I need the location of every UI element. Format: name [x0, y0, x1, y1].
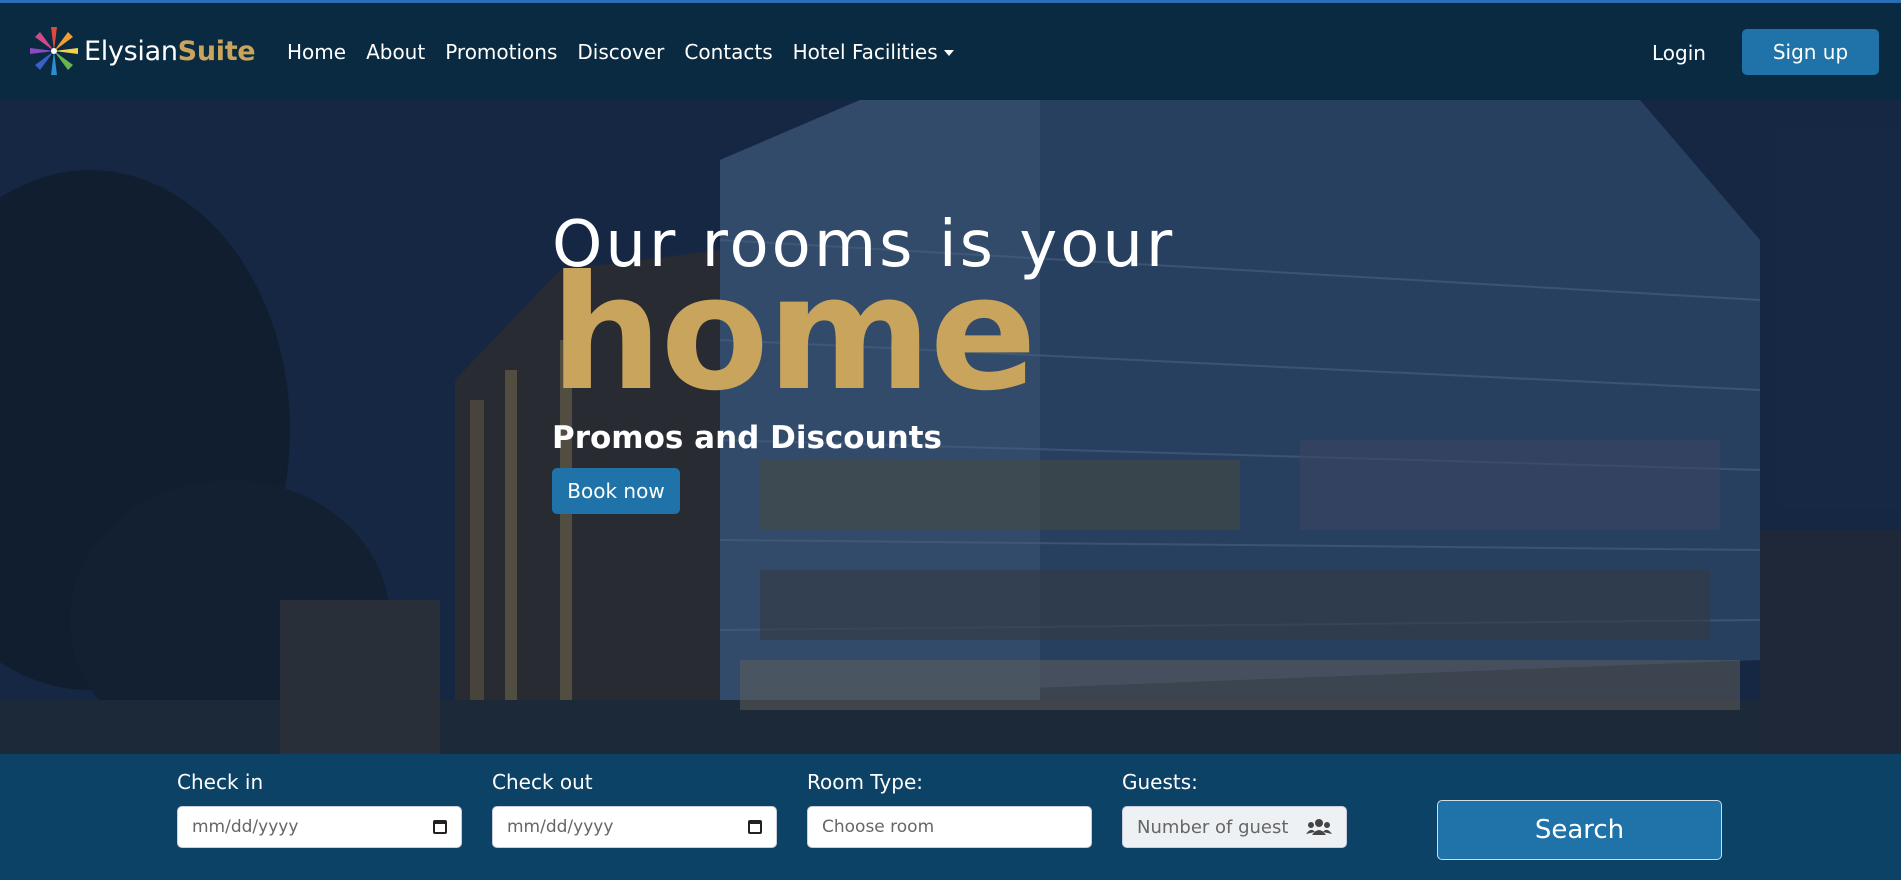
checkin-field: Check in mm/dd/yyyy: [177, 770, 462, 848]
nav-hotel-facilities-dropdown[interactable]: Hotel Facilities: [793, 40, 954, 64]
checkout-label: Check out: [492, 770, 593, 794]
room-type-label: Room Type:: [807, 770, 923, 794]
calendar-icon[interactable]: [433, 820, 447, 834]
nav-discover[interactable]: Discover: [577, 40, 664, 64]
hero-subtitle: Promos and Discounts: [552, 420, 943, 456]
nav-links: Home About Promotions Discover Contacts …: [287, 3, 974, 100]
booking-bar: Check in mm/dd/yyyy Check out mm/dd/yyyy…: [0, 754, 1901, 880]
brand-logo-icon: [30, 27, 78, 75]
guests-field: Guests: Number of guest: [1122, 770, 1347, 848]
hero-title-line2: home: [550, 242, 1037, 426]
checkin-placeholder: mm/dd/yyyy: [192, 817, 299, 837]
checkout-placeholder: mm/dd/yyyy: [507, 817, 614, 837]
nav-about[interactable]: About: [366, 40, 425, 64]
room-type-placeholder: Choose room: [822, 817, 935, 837]
search-button[interactable]: Search: [1437, 800, 1722, 860]
signup-button[interactable]: Sign up: [1742, 29, 1879, 75]
login-link[interactable]: Login: [1652, 41, 1706, 65]
users-icon: [1306, 819, 1332, 835]
nav-contacts[interactable]: Contacts: [684, 40, 772, 64]
guests-input[interactable]: Number of guest: [1122, 806, 1347, 848]
calendar-icon[interactable]: [748, 820, 762, 834]
hero-section: Our rooms is your home Promos and Discou…: [0, 100, 1901, 754]
guests-label: Guests:: [1122, 770, 1198, 794]
brand-name-part1: Elysian: [84, 35, 178, 67]
brand-name: ElysianSuite: [84, 35, 256, 67]
room-type-input[interactable]: Choose room: [807, 806, 1092, 848]
nav-hotel-facilities-label: Hotel Facilities: [792, 39, 938, 64]
book-now-button[interactable]: Book now: [552, 468, 680, 514]
checkout-input[interactable]: mm/dd/yyyy: [492, 806, 777, 848]
checkout-field: Check out mm/dd/yyyy: [492, 770, 777, 848]
navbar: ElysianSuite Home About Promotions Disco…: [0, 3, 1901, 100]
brand-name-part2: Suite: [177, 35, 256, 67]
nav-promotions[interactable]: Promotions: [445, 40, 557, 64]
nav-home[interactable]: Home: [287, 40, 346, 64]
checkin-input[interactable]: mm/dd/yyyy: [177, 806, 462, 848]
dropdown-caret-icon: [943, 50, 954, 56]
brand[interactable]: ElysianSuite: [28, 25, 256, 77]
guests-placeholder: Number of guest: [1137, 816, 1289, 838]
checkin-label: Check in: [177, 770, 264, 794]
hero-overlay: [0, 100, 1901, 754]
room-type-field: Room Type: Choose room: [807, 770, 1092, 848]
